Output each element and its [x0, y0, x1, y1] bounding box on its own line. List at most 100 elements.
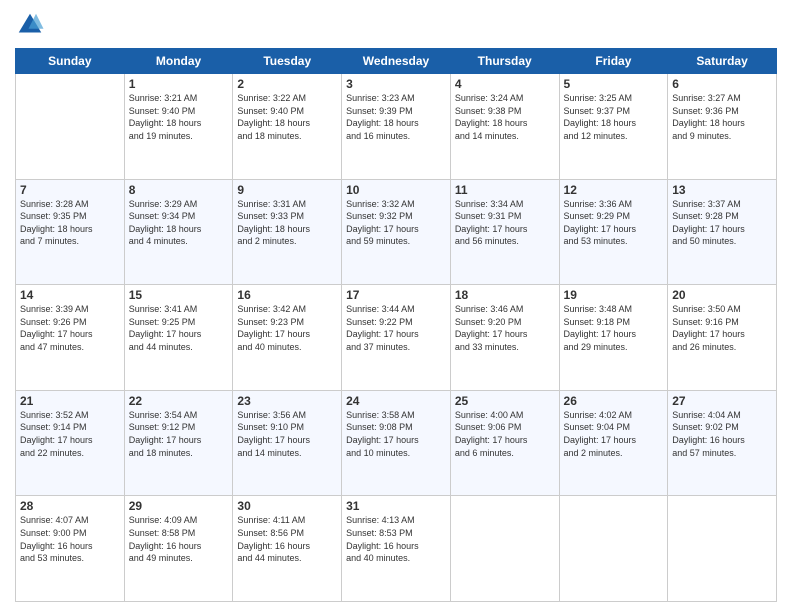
logo	[15, 10, 49, 40]
calendar-cell: 19Sunrise: 3:48 AMSunset: 9:18 PMDayligh…	[559, 285, 668, 391]
cell-text: and 44 minutes.	[237, 552, 337, 565]
cell-text: Sunset: 9:00 PM	[20, 527, 120, 540]
calendar-cell: 7Sunrise: 3:28 AMSunset: 9:35 PMDaylight…	[16, 179, 125, 285]
cell-text: Daylight: 16 hours	[237, 540, 337, 553]
cell-text: Sunrise: 3:27 AM	[672, 92, 772, 105]
cell-text: Sunset: 9:25 PM	[129, 316, 229, 329]
cell-text: and 40 minutes.	[346, 552, 446, 565]
day-number: 22	[129, 394, 229, 408]
cell-text: Daylight: 18 hours	[455, 117, 555, 130]
week-row-1: 7Sunrise: 3:28 AMSunset: 9:35 PMDaylight…	[16, 179, 777, 285]
day-number: 6	[672, 77, 772, 91]
day-header-thursday: Thursday	[450, 49, 559, 74]
page: SundayMondayTuesdayWednesdayThursdayFrid…	[0, 0, 792, 612]
cell-text: Sunset: 8:58 PM	[129, 527, 229, 540]
cell-text: Sunset: 9:40 PM	[237, 105, 337, 118]
logo-icon	[15, 10, 45, 40]
cell-text: and 6 minutes.	[455, 447, 555, 460]
cell-text: and 26 minutes.	[672, 341, 772, 354]
calendar-header-row: SundayMondayTuesdayWednesdayThursdayFrid…	[16, 49, 777, 74]
cell-text: Sunset: 9:40 PM	[129, 105, 229, 118]
calendar-cell: 13Sunrise: 3:37 AMSunset: 9:28 PMDayligh…	[668, 179, 777, 285]
cell-text: Sunset: 9:39 PM	[346, 105, 446, 118]
cell-text: Daylight: 17 hours	[455, 434, 555, 447]
day-number: 29	[129, 499, 229, 513]
calendar-cell: 20Sunrise: 3:50 AMSunset: 9:16 PMDayligh…	[668, 285, 777, 391]
cell-text: Daylight: 17 hours	[564, 223, 664, 236]
cell-text: Sunset: 9:23 PM	[237, 316, 337, 329]
cell-text: Daylight: 16 hours	[346, 540, 446, 553]
day-number: 19	[564, 288, 664, 302]
cell-text: and 9 minutes.	[672, 130, 772, 143]
calendar-cell: 14Sunrise: 3:39 AMSunset: 9:26 PMDayligh…	[16, 285, 125, 391]
day-number: 10	[346, 183, 446, 197]
cell-text: Daylight: 17 hours	[237, 434, 337, 447]
cell-text: and 57 minutes.	[672, 447, 772, 460]
cell-text: and 12 minutes.	[564, 130, 664, 143]
calendar-cell: 21Sunrise: 3:52 AMSunset: 9:14 PMDayligh…	[16, 390, 125, 496]
day-number: 1	[129, 77, 229, 91]
cell-text: Sunrise: 3:24 AM	[455, 92, 555, 105]
cell-text: Daylight: 18 hours	[237, 117, 337, 130]
cell-text: Sunrise: 4:02 AM	[564, 409, 664, 422]
calendar-cell: 23Sunrise: 3:56 AMSunset: 9:10 PMDayligh…	[233, 390, 342, 496]
cell-text: Sunrise: 3:36 AM	[564, 198, 664, 211]
cell-text: Sunset: 9:10 PM	[237, 421, 337, 434]
calendar-cell: 30Sunrise: 4:11 AMSunset: 8:56 PMDayligh…	[233, 496, 342, 602]
cell-text: Daylight: 17 hours	[20, 328, 120, 341]
cell-text: Daylight: 17 hours	[346, 223, 446, 236]
day-number: 11	[455, 183, 555, 197]
day-number: 31	[346, 499, 446, 513]
cell-text: Sunrise: 3:58 AM	[346, 409, 446, 422]
cell-text: Sunrise: 3:46 AM	[455, 303, 555, 316]
day-number: 14	[20, 288, 120, 302]
calendar-cell: 8Sunrise: 3:29 AMSunset: 9:34 PMDaylight…	[124, 179, 233, 285]
cell-text: Sunrise: 3:29 AM	[129, 198, 229, 211]
calendar-cell: 17Sunrise: 3:44 AMSunset: 9:22 PMDayligh…	[342, 285, 451, 391]
cell-text: and 7 minutes.	[20, 235, 120, 248]
cell-text: and 4 minutes.	[129, 235, 229, 248]
cell-text: Sunset: 9:08 PM	[346, 421, 446, 434]
cell-text: Daylight: 18 hours	[237, 223, 337, 236]
calendar-cell: 6Sunrise: 3:27 AMSunset: 9:36 PMDaylight…	[668, 74, 777, 180]
calendar-cell: 24Sunrise: 3:58 AMSunset: 9:08 PMDayligh…	[342, 390, 451, 496]
calendar-cell: 16Sunrise: 3:42 AMSunset: 9:23 PMDayligh…	[233, 285, 342, 391]
cell-text: Sunrise: 3:21 AM	[129, 92, 229, 105]
calendar-cell: 9Sunrise: 3:31 AMSunset: 9:33 PMDaylight…	[233, 179, 342, 285]
week-row-3: 21Sunrise: 3:52 AMSunset: 9:14 PMDayligh…	[16, 390, 777, 496]
cell-text: and 44 minutes.	[129, 341, 229, 354]
cell-text: Sunset: 9:34 PM	[129, 210, 229, 223]
cell-text: Sunset: 9:37 PM	[564, 105, 664, 118]
cell-text: and 50 minutes.	[672, 235, 772, 248]
day-header-monday: Monday	[124, 49, 233, 74]
cell-text: Sunset: 8:53 PM	[346, 527, 446, 540]
day-number: 24	[346, 394, 446, 408]
cell-text: and 29 minutes.	[564, 341, 664, 354]
cell-text: Daylight: 17 hours	[564, 434, 664, 447]
calendar-cell: 11Sunrise: 3:34 AMSunset: 9:31 PMDayligh…	[450, 179, 559, 285]
cell-text: Sunset: 8:56 PM	[237, 527, 337, 540]
cell-text: Daylight: 17 hours	[346, 328, 446, 341]
cell-text: Daylight: 18 hours	[672, 117, 772, 130]
day-number: 25	[455, 394, 555, 408]
cell-text: Sunset: 9:12 PM	[129, 421, 229, 434]
day-header-wednesday: Wednesday	[342, 49, 451, 74]
calendar-cell: 25Sunrise: 4:00 AMSunset: 9:06 PMDayligh…	[450, 390, 559, 496]
week-row-2: 14Sunrise: 3:39 AMSunset: 9:26 PMDayligh…	[16, 285, 777, 391]
day-number: 30	[237, 499, 337, 513]
calendar-cell: 2Sunrise: 3:22 AMSunset: 9:40 PMDaylight…	[233, 74, 342, 180]
cell-text: and 19 minutes.	[129, 130, 229, 143]
cell-text: and 14 minutes.	[237, 447, 337, 460]
cell-text: Daylight: 16 hours	[20, 540, 120, 553]
day-number: 9	[237, 183, 337, 197]
cell-text: Daylight: 18 hours	[564, 117, 664, 130]
cell-text: Sunset: 9:31 PM	[455, 210, 555, 223]
cell-text: and 18 minutes.	[237, 130, 337, 143]
day-number: 8	[129, 183, 229, 197]
cell-text: Sunset: 9:06 PM	[455, 421, 555, 434]
cell-text: and 16 minutes.	[346, 130, 446, 143]
cell-text: Daylight: 17 hours	[455, 328, 555, 341]
cell-text: Daylight: 17 hours	[455, 223, 555, 236]
cell-text: Sunset: 9:29 PM	[564, 210, 664, 223]
calendar-cell: 27Sunrise: 4:04 AMSunset: 9:02 PMDayligh…	[668, 390, 777, 496]
